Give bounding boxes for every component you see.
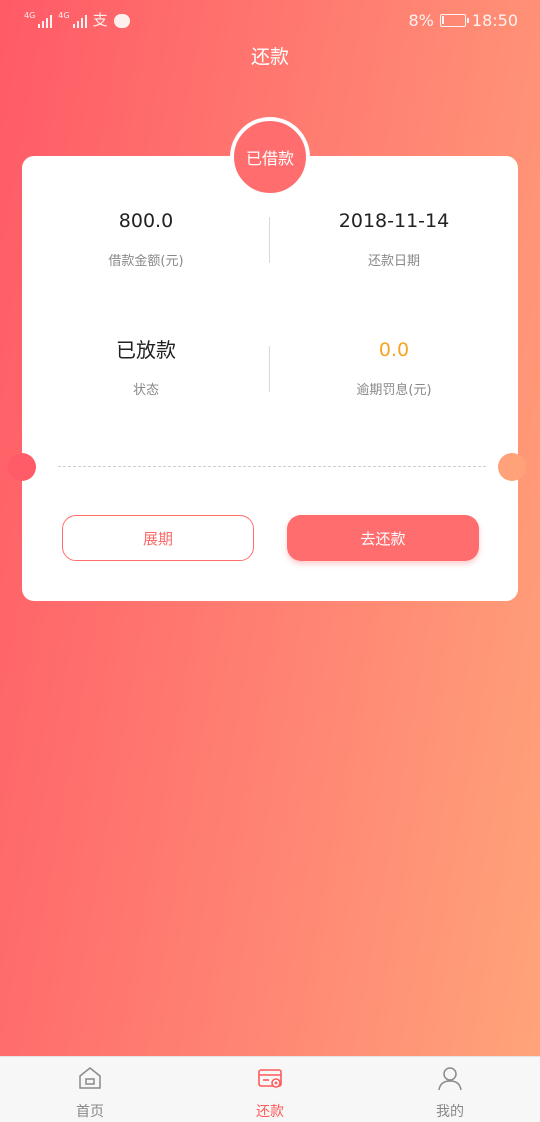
clock: 18:50 <box>471 11 518 30</box>
loan-amount-value: 800.0 <box>118 210 174 232</box>
penalty-cell: 0.0 逾期罚息(元) <box>270 337 518 398</box>
repay-date-value: 2018-11-14 <box>338 210 450 232</box>
home-icon <box>79 1067 101 1089</box>
status-left: 4G 4G 支 <box>24 12 130 28</box>
network-type-2: 4G <box>58 11 70 20</box>
tab-home[interactable]: 首页 <box>30 1065 150 1121</box>
signal-icon-2: 4G <box>58 11 87 28</box>
signal-icon: 4G <box>24 11 53 28</box>
tab-repay-label: 还款 <box>256 1104 284 1120</box>
repay-card-icon <box>258 1069 282 1088</box>
status-bar: 4G 4G 支 8% 18:50 <box>0 0 540 44</box>
dashed-separator <box>58 466 486 467</box>
status-cell: 已放款 状态 <box>22 337 270 398</box>
message-icon <box>113 14 130 28</box>
loan-amount-cell: 800.0 借款金额(元) <box>22 208 270 269</box>
repay-date-label: 还款日期 <box>367 254 420 269</box>
status-label: 状态 <box>132 383 159 398</box>
repay-button[interactable]: 去还款 <box>287 515 479 561</box>
status-value: 已放款 <box>116 338 176 362</box>
battery-fill <box>441 16 444 24</box>
network-type: 4G <box>24 11 36 20</box>
tab-home-label: 首页 <box>76 1104 104 1120</box>
loan-card: 800.0 借款金额(元) 2018-11-14 还款日期 已放款 状态 0.0… <box>22 156 518 601</box>
tab-profile[interactable]: 我的 <box>390 1065 510 1121</box>
card-notch-right <box>498 453 526 481</box>
tab-bar: 首页 还款 我的 <box>0 1056 540 1122</box>
alipay-icon: 支 <box>92 11 108 29</box>
penalty-label: 逾期罚息(元) <box>356 383 432 398</box>
status-right: 8% 18:50 <box>409 11 519 30</box>
user-icon <box>438 1067 462 1091</box>
battery-icon <box>439 14 469 27</box>
repay-date-cell: 2018-11-14 还款日期 <box>270 208 518 269</box>
card-notch-left <box>8 453 36 481</box>
extend-button[interactable]: 展期 <box>62 515 254 561</box>
loan-status-badge: 已借款 <box>230 117 310 197</box>
page-title: 还款 <box>250 46 289 68</box>
battery-level: 8% <box>408 11 434 30</box>
tab-profile-label: 我的 <box>436 1104 464 1120</box>
penalty-value: 0.0 <box>378 339 410 361</box>
tab-repay[interactable]: 还款 <box>210 1065 330 1121</box>
loan-amount-label: 借款金额(元) <box>108 254 184 269</box>
